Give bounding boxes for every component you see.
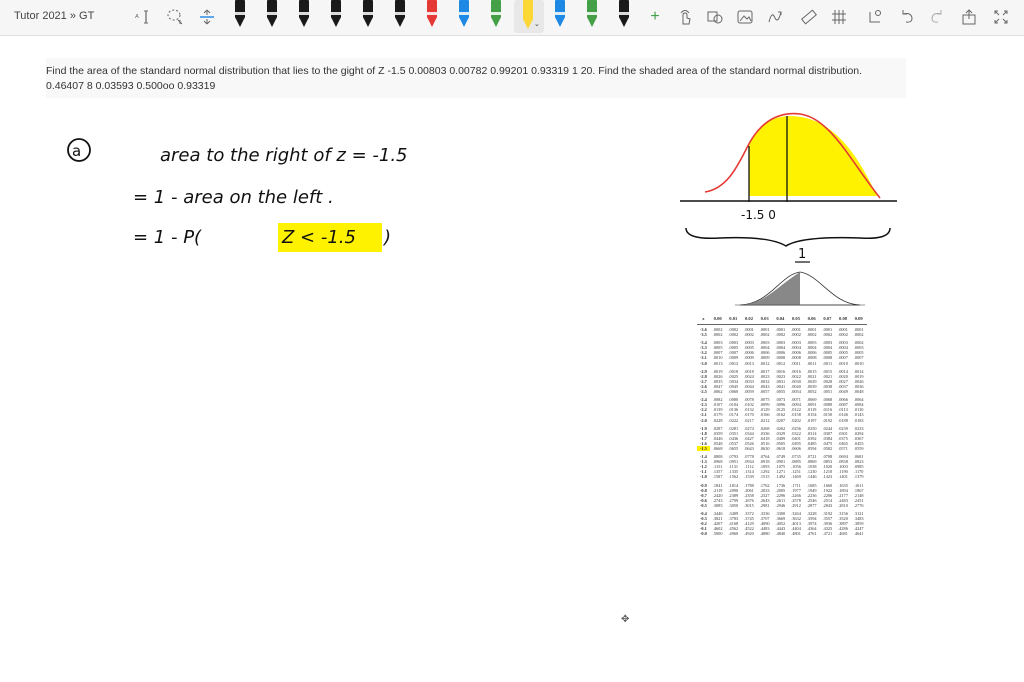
table-header-cell: 0.06 [803,314,820,325]
note-line-3-suffix: ) [382,227,391,248]
table-row: -1.5.0668.0655.0643.0630.0618.0606.0594.… [697,445,867,452]
brace [685,227,891,247]
table-row: -2.9.0019.0018.0018.0017.0016.0016.0015.… [697,369,867,374]
probability-cell: .4721 [822,531,833,537]
probability-cell: .4641 [853,531,864,537]
table-row: -2.1.0179.0174.0170.0166.0162.0158.0154.… [697,412,867,417]
table-row: -2.0.0228.0222.0217.0212.0207.0202.0197.… [697,418,867,423]
probability-cell: .5000 [712,531,723,537]
table-row: -0.9.1841.1814.1788.1762.1736.1711.1685.… [697,483,867,488]
table-row: -3.1.0010.0009.0009.0009.0008.0008.0008.… [697,355,867,360]
table-row: -3.5.0002.0002.0002.0002.0002.0002.0002.… [697,332,867,337]
probability-cell: .4840 [775,531,786,537]
curve-label: -1.5 0 [741,208,776,222]
note-line-3-highlight: Z < -1.5 [281,227,356,248]
table-header-cell: 0.00 [709,314,726,325]
table-row: -1.0.1587.1562.1539.1515.1492.1469.1446.… [697,474,867,479]
shaded-area [749,116,877,196]
table-header-row: z 0.00 0.01 0.02 0.03 0.04 0.05 0.06 0.07 0.08 0.0… [697,314,867,325]
table-header-cell: 0.03 [756,314,773,325]
z-value-cell: -0.0 [700,531,707,537]
note-line-1: area to the right of z = -1.5 [160,145,408,166]
pen-cursor-icon: ✥ [621,614,630,625]
table-header-cell: 0.08 [835,314,851,325]
probability-cell: .4880 [759,531,770,537]
table-row: -3.0.0013.0013.0013.0012.0012.0011.0011.… [697,361,867,366]
table-ref-number: 1 [798,247,806,262]
table-row: -0.0 .5000 .4960 .4920 .4880 .4840 .4801 .4761.… [697,531,867,536]
table-header-cell: z [697,314,710,325]
table-header-cell: 0.09 [850,314,867,325]
probability-cell: .4801 [791,531,801,537]
part-a-label: a [72,142,81,160]
table-header-cell: 0.07 [819,314,836,325]
probability-cell: .4681 [838,531,848,537]
probability-cell: .4960 [728,531,739,537]
probability-cell: .4761 [806,531,817,537]
table-header-cell: 0.04 [772,314,789,325]
note-line-2: = 1 - area on the left . [133,187,334,208]
note-line-3-prefix: = 1 - P( [133,227,202,248]
table-header-cell: 0.02 [741,314,757,325]
table-row: -2.5.0062.0060.0059.0057.0055.0054.0052.… [697,389,867,394]
table-header-cell: 0.05 [788,314,804,325]
table-header-cell: 0.01 [725,314,742,325]
probability-cell: .4920 [744,531,754,537]
z-table: z 0.00 0.01 0.02 0.03 0.04 0.05 0.06 0.07 0.08 0.0… [695,268,930,586]
table-row: -1.9.0287.0281.0274.0268.0262.0256.0250.… [697,426,867,431]
table-row: -0.5.3085.3050.3015.2981.2946.2912.2877.… [697,503,867,508]
